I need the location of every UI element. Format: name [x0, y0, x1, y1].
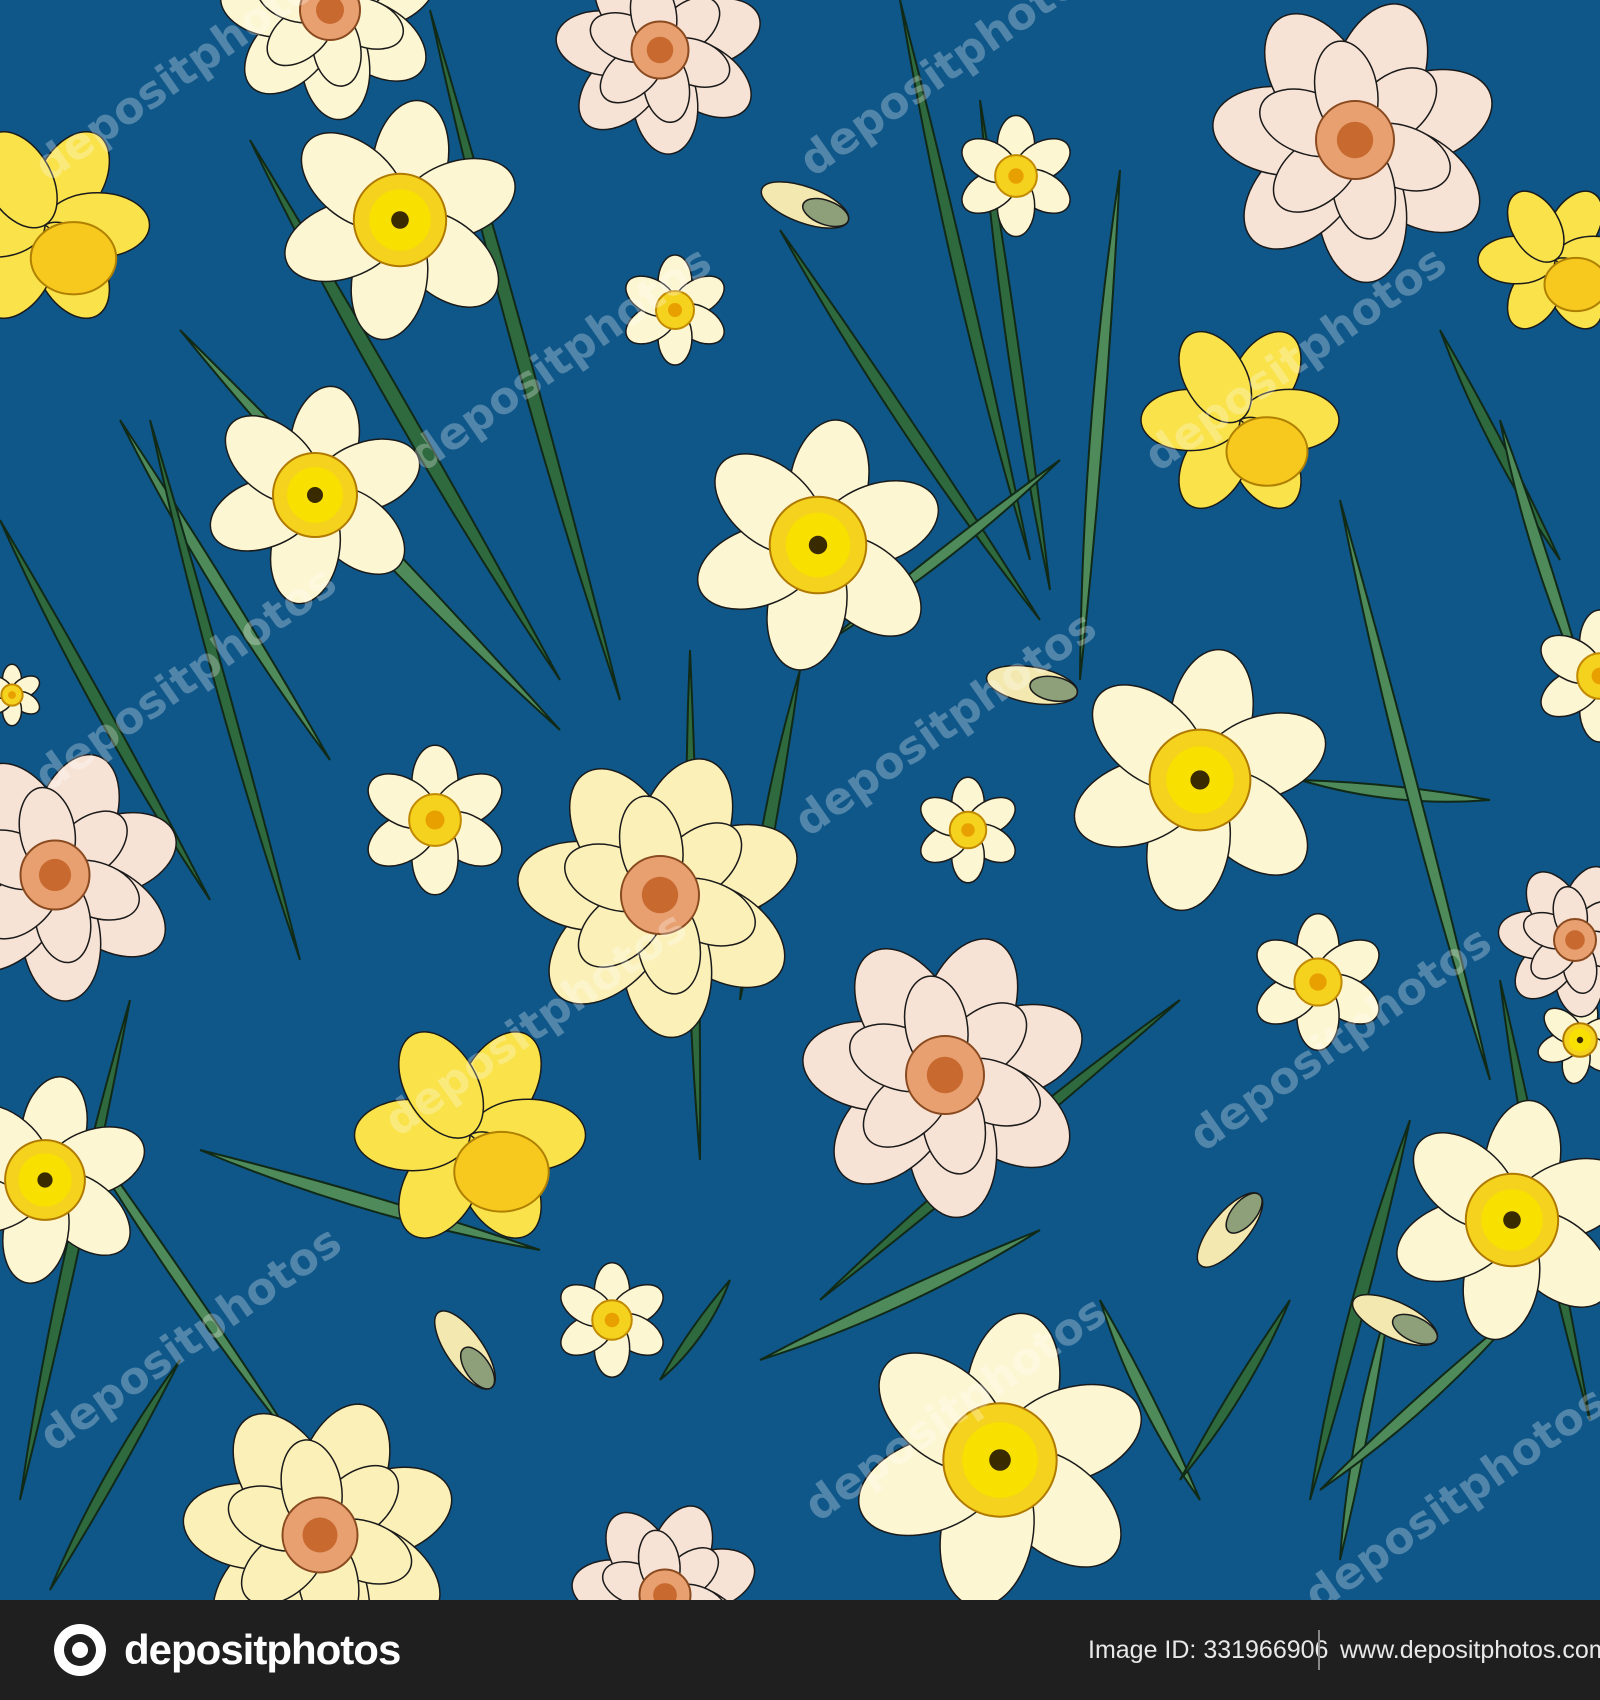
footer-bar: depositphotos Image ID: 331966906 www.de…: [0, 1600, 1600, 1700]
depositphotos-logo-icon: [54, 1624, 106, 1676]
image-id-label: Image ID: 331966906: [1088, 1636, 1329, 1664]
site-url: www.depositphotos.com: [1340, 1636, 1600, 1664]
daffodil-pattern: [0, 0, 1600, 1600]
footer-separator: [1318, 1630, 1320, 1670]
brand-name: depositphotos: [124, 1626, 401, 1673]
